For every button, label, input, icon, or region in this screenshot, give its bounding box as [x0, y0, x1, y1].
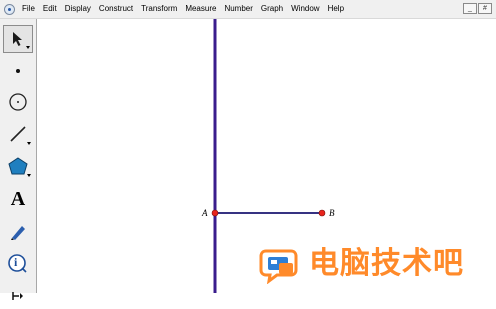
app-icon[interactable]	[4, 3, 15, 15]
point-a[interactable]	[211, 209, 219, 217]
more-tools-indicator	[27, 142, 31, 145]
text-icon: A	[10, 187, 26, 210]
arrow-icon	[13, 32, 22, 46]
point-icon	[16, 69, 20, 73]
info-icon	[8, 254, 27, 273]
point-tool[interactable]	[3, 57, 33, 85]
arrow-tool[interactable]	[3, 25, 33, 53]
marker-icon	[11, 226, 25, 240]
menu-window[interactable]: Window	[287, 0, 323, 18]
more-tools-indicator	[26, 46, 30, 49]
window-controls: _ #	[463, 3, 492, 14]
info-icon-label: i	[14, 255, 18, 269]
marker-tool[interactable]	[3, 218, 33, 246]
polygon-tool[interactable]	[3, 152, 33, 180]
text-tool[interactable]: A	[3, 185, 33, 213]
restore-button[interactable]: #	[478, 3, 492, 14]
point-b[interactable]	[318, 209, 326, 217]
information-tool[interactable]: i	[3, 250, 33, 278]
watermark: 电脑技术吧	[257, 245, 493, 285]
polygon-icon	[8, 157, 28, 175]
more-tools-indicator	[27, 174, 31, 177]
menu-transform[interactable]: Transform	[137, 0, 181, 18]
minimize-button[interactable]: _	[463, 3, 477, 14]
menu-measure[interactable]: Measure	[181, 0, 220, 18]
menu-graph[interactable]: Graph	[257, 0, 287, 18]
straightedge-tool[interactable]	[3, 120, 33, 148]
point-a-label[interactable]: A	[202, 208, 208, 218]
compass-tool[interactable]	[3, 88, 33, 116]
menu-bar: File Edit Display Construct Transform Me…	[0, 0, 496, 19]
watermark-text: 电脑技术吧	[309, 247, 464, 280]
menu-file[interactable]: File	[18, 0, 39, 18]
custom-tool[interactable]	[3, 281, 33, 309]
toolbox: A i	[0, 19, 37, 300]
line-icon	[10, 126, 26, 142]
menu-construct[interactable]: Construct	[95, 0, 137, 18]
circle-icon	[9, 93, 27, 111]
menu-edit[interactable]: Edit	[39, 0, 61, 18]
menu-display[interactable]: Display	[61, 0, 95, 18]
watermark-logo-icon	[259, 249, 298, 284]
menu-help[interactable]: Help	[324, 0, 348, 18]
menu-number[interactable]: Number	[220, 0, 256, 18]
custom-tool-icon	[12, 292, 23, 300]
point-b-label[interactable]: B	[329, 208, 335, 218]
